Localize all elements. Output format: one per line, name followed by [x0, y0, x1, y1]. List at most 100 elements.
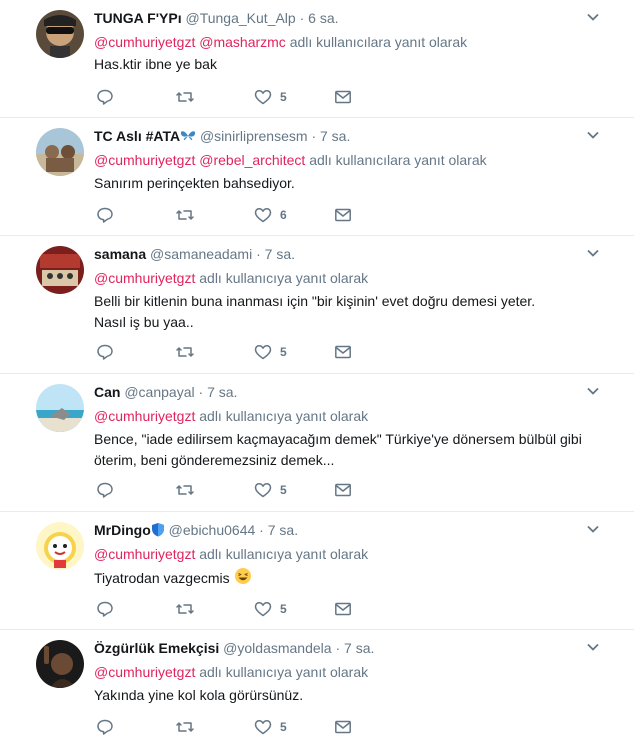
- user-handle[interactable]: @ebichu0644: [169, 522, 256, 538]
- display-name[interactable]: TUNGA F'YPı: [94, 10, 182, 26]
- like-icon: [254, 90, 272, 105]
- mention-link[interactable]: @cumhuriyetgzt: [94, 34, 195, 50]
- like-icon: [254, 720, 272, 735]
- tweet[interactable]: Özgürlük Emekçisi @yoldasmandela · 7 sa.…: [0, 630, 634, 740]
- reply-button[interactable]: [96, 599, 114, 619]
- reply-icon: [97, 344, 113, 360]
- tweet-text-line: Nasıl iş bu yaa..: [94, 314, 194, 330]
- dm-icon: [335, 90, 351, 104]
- reply-text: adlı kullanıcıya yanıt olarak: [199, 408, 369, 424]
- dm-icon: [335, 208, 351, 222]
- timestamp[interactable]: 7 sa.: [320, 128, 350, 144]
- chevron-down-icon[interactable]: [586, 128, 600, 142]
- like-count: 5: [280, 345, 287, 359]
- replying-to: @cumhuriyetgzt @masharzmc adlı kullanıcı…: [94, 32, 467, 52]
- mention-link[interactable]: @cumhuriyetgzt: [94, 546, 195, 562]
- separator-dot: ·: [299, 10, 305, 26]
- avatar[interactable]: [36, 640, 84, 688]
- tweet[interactable]: TC Aslı #ATA @sinirliprensesm · 7 sa. @c…: [0, 118, 634, 236]
- user-handle[interactable]: @samaneadami: [150, 246, 252, 262]
- display-name[interactable]: MrDingo: [94, 522, 151, 538]
- mention-link[interactable]: @rebel_architect: [199, 152, 305, 168]
- display-name[interactable]: TC Aslı #ATA: [94, 128, 180, 144]
- separator-dot: ·: [198, 384, 204, 400]
- dm-button[interactable]: [334, 342, 352, 362]
- user-handle[interactable]: @canpayal: [124, 384, 194, 400]
- like-button[interactable]: 5: [254, 717, 287, 737]
- timestamp[interactable]: 6 sa.: [308, 10, 338, 26]
- tweet-actions: 5: [94, 717, 364, 737]
- avatar[interactable]: [36, 10, 84, 58]
- butterfly-emoji: [180, 128, 196, 148]
- chevron-down-icon[interactable]: [586, 246, 600, 260]
- retweet-button[interactable]: [176, 717, 194, 737]
- chevron-down-icon[interactable]: [586, 384, 600, 398]
- mention-link[interactable]: @cumhuriyetgzt: [94, 152, 195, 168]
- tweet[interactable]: TUNGA F'YPı @Tunga_Kut_Alp · 6 sa. @cumh…: [0, 0, 634, 118]
- chevron-down-icon[interactable]: [586, 10, 600, 24]
- separator-dot: ·: [311, 128, 317, 144]
- like-count: 6: [280, 208, 287, 222]
- retweet-icon: [176, 604, 194, 614]
- display-name[interactable]: Özgürlük Emekçisi: [94, 640, 219, 656]
- mention-link[interactable]: @cumhuriyetgzt: [94, 408, 195, 424]
- mention-link[interactable]: @cumhuriyetgzt: [94, 664, 195, 680]
- replying-to: @cumhuriyetgzt adlı kullanıcıya yanıt ol…: [94, 268, 368, 288]
- reply-button[interactable]: [96, 717, 114, 737]
- dm-button[interactable]: [334, 87, 352, 107]
- separator-dot: ·: [335, 640, 341, 656]
- like-button[interactable]: 5: [254, 342, 287, 362]
- retweet-button[interactable]: [176, 480, 194, 500]
- display-name[interactable]: samana: [94, 246, 146, 262]
- retweet-button[interactable]: [176, 205, 194, 225]
- user-handle[interactable]: @Tunga_Kut_Alp: [185, 10, 295, 26]
- timestamp[interactable]: 7 sa.: [207, 384, 237, 400]
- dm-button[interactable]: [334, 205, 352, 225]
- avatar[interactable]: [36, 128, 84, 176]
- tweet-header: samana @samaneadami · 7 sa.: [94, 244, 295, 264]
- like-icon: [254, 208, 272, 223]
- retweet-icon: [176, 722, 194, 732]
- retweet-button[interactable]: [176, 342, 194, 362]
- tweet[interactable]: Can @canpayal · 7 sa. @cumhuriyetgzt adl…: [0, 374, 634, 512]
- retweet-button[interactable]: [176, 599, 194, 619]
- user-handle[interactable]: @sinirliprensesm: [200, 128, 308, 144]
- tweet-actions: 5: [94, 342, 364, 362]
- like-button[interactable]: 5: [254, 599, 287, 619]
- timestamp[interactable]: 7 sa.: [268, 522, 298, 538]
- tweet[interactable]: MrDingo @ebichu0644 · 7 sa. @cumhuriyetg…: [0, 512, 634, 630]
- retweet-button[interactable]: [176, 87, 194, 107]
- mention-link[interactable]: @cumhuriyetgzt: [94, 270, 195, 286]
- avatar[interactable]: [36, 384, 84, 432]
- reply-text: adlı kullanıcıya yanıt olarak: [199, 546, 369, 562]
- user-handle[interactable]: @yoldasmandela: [223, 640, 331, 656]
- tweet-header: TC Aslı #ATA @sinirliprensesm · 7 sa.: [94, 126, 350, 146]
- like-button[interactable]: 6: [254, 205, 287, 225]
- dm-icon: [335, 602, 351, 616]
- reply-button[interactable]: [96, 205, 114, 225]
- tweet-text-line: Yakında yine kol kola görürsünüz.: [94, 687, 304, 703]
- avatar[interactable]: [36, 246, 84, 294]
- reply-button[interactable]: [96, 87, 114, 107]
- retweet-icon: [176, 210, 194, 220]
- shield-badge-icon: [151, 522, 165, 542]
- reply-button[interactable]: [96, 342, 114, 362]
- dm-button[interactable]: [334, 717, 352, 737]
- timestamp[interactable]: 7 sa.: [265, 246, 295, 262]
- chevron-down-icon[interactable]: [586, 640, 600, 654]
- reply-icon: [97, 719, 113, 735]
- avatar[interactable]: [36, 522, 84, 570]
- dm-button[interactable]: [334, 480, 352, 500]
- mention-link[interactable]: @masharzmc: [199, 34, 286, 50]
- chevron-down-icon[interactable]: [586, 522, 600, 536]
- like-button[interactable]: 5: [254, 87, 287, 107]
- like-button[interactable]: 5: [254, 480, 287, 500]
- timestamp[interactable]: 7 sa.: [344, 640, 374, 656]
- tweet-text-line: Bence, "iade edilirsem kaçmayacağım deme…: [94, 431, 582, 447]
- separator-dot: ·: [259, 522, 264, 538]
- display-name[interactable]: Can: [94, 384, 120, 400]
- reply-button[interactable]: [96, 480, 114, 500]
- dm-button[interactable]: [334, 599, 352, 619]
- like-icon: [254, 345, 272, 360]
- tweet[interactable]: samana @samaneadami · 7 sa. @cumhuriyetg…: [0, 236, 634, 374]
